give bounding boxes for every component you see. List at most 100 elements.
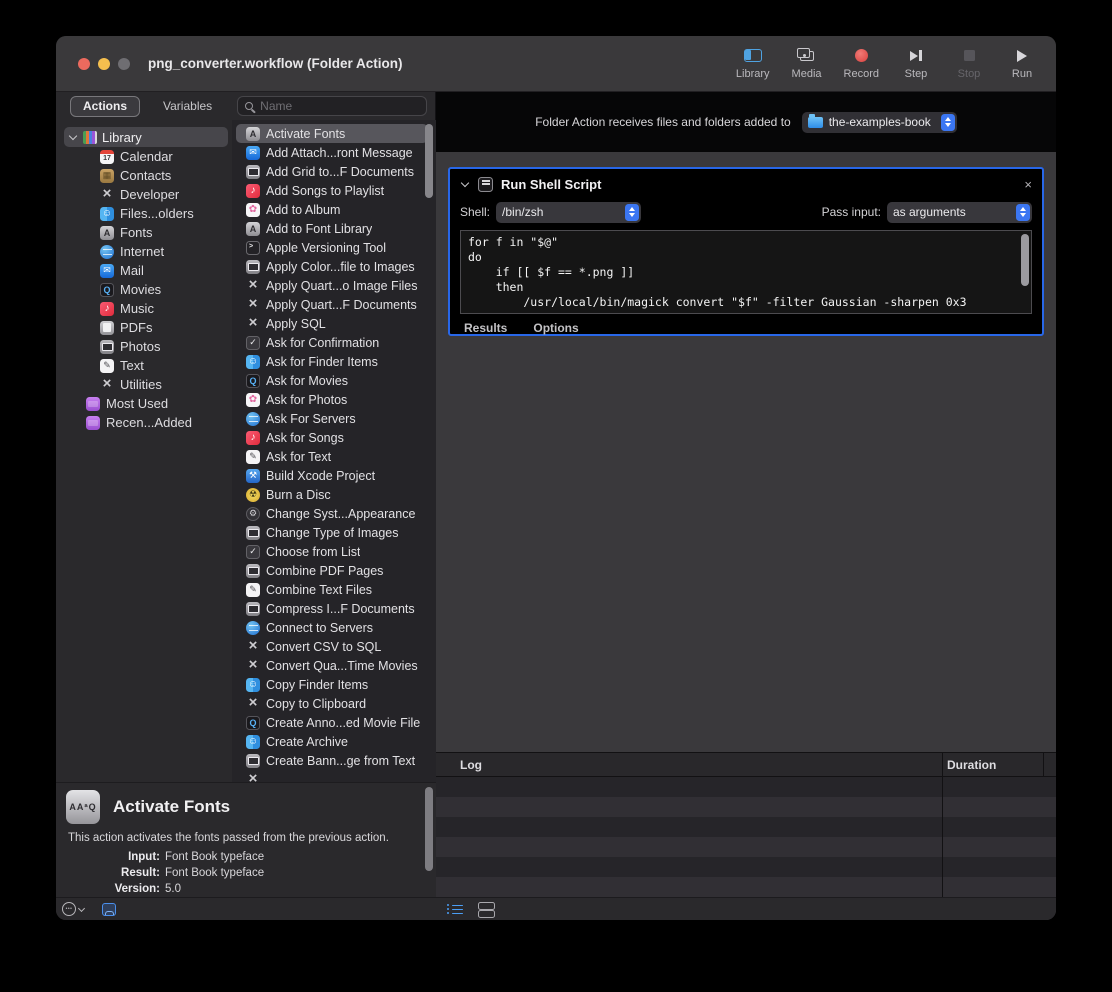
column-divider[interactable] <box>942 753 943 778</box>
action-list-item[interactable]: Create Archive <box>236 732 428 751</box>
action-list-item[interactable]: Apply Quart...F Documents <box>236 295 428 314</box>
toolbar-button[interactable]: Library <box>736 47 770 80</box>
library-category-row[interactable]: Music <box>56 299 232 318</box>
library-category-row[interactable]: PDFs <box>56 318 232 337</box>
action-block-footer-tab[interactable]: Options <box>533 321 578 335</box>
close-window-button[interactable] <box>78 58 90 70</box>
action-list-item[interactable]: Compress I...F Documents <box>236 599 428 618</box>
chevron-down-icon[interactable] <box>69 132 77 140</box>
action-list-item[interactable]: Add to Album <box>236 200 428 219</box>
minimize-window-button[interactable] <box>98 58 110 70</box>
column-divider <box>942 777 943 897</box>
library-category-row[interactable]: Mail <box>56 261 232 280</box>
shell-select[interactable]: /bin/zsh <box>496 202 641 223</box>
log-row <box>436 877 1056 897</box>
action-item-label: Apply Color...file to Images <box>266 260 415 274</box>
run-shell-script-block[interactable]: Run Shell Script × Shell: /bin/zsh Pass … <box>448 167 1044 336</box>
action-list-item[interactable]: Convert CSV to SQL <box>236 637 428 656</box>
action-list-item[interactable]: Create Bann...ge from Text <box>236 751 428 770</box>
description-title: Activate Fonts <box>113 797 230 817</box>
dropdown-stepper-icon <box>1016 204 1030 221</box>
toolbar-button-label: Record <box>844 68 879 80</box>
font-book-icon <box>66 790 100 824</box>
library-category-row[interactable]: Files...olders <box>56 204 232 223</box>
column-divider[interactable] <box>1043 753 1044 778</box>
sidebar-tab[interactable]: Actions <box>70 96 140 117</box>
chevron-down-icon[interactable] <box>461 179 469 187</box>
toolbar-button-label: Step <box>905 68 928 80</box>
action-item-label: Ask for Songs <box>266 431 344 445</box>
toolbar-button[interactable]: Stop <box>953 47 985 80</box>
action-list-item[interactable]: Ask for Text <box>236 447 428 466</box>
action-list-item[interactable]: Activate Fonts <box>236 124 428 143</box>
action-list-item[interactable] <box>236 770 428 782</box>
action-list-item[interactable]: Convert Qua...Time Movies <box>236 656 428 675</box>
action-list-item[interactable]: Create Anno...ed Movie File <box>236 713 428 732</box>
pass-input-select[interactable]: as arguments <box>887 202 1032 223</box>
action-item-icon <box>246 279 260 293</box>
action-list-item[interactable]: Ask for Songs <box>236 428 428 447</box>
toolbar-button[interactable]: Record <box>844 47 879 80</box>
library-category-row[interactable]: Internet <box>56 242 232 261</box>
action-list-item[interactable]: Apple Versioning Tool <box>236 238 428 257</box>
action-list-item[interactable]: Add Grid to...F Documents <box>236 162 428 181</box>
folder-select[interactable]: the-examples-book <box>802 112 957 133</box>
media-browser-icon[interactable] <box>102 903 116 916</box>
action-list-item[interactable]: Change Syst...Appearance <box>236 504 428 523</box>
shell-script-editor[interactable]: for f in "$@"do if [[ $f == *.png ]] the… <box>460 230 1032 314</box>
action-list-item[interactable]: Ask for Movies <box>236 371 428 390</box>
action-list-item[interactable]: Combine PDF Pages <box>236 561 428 580</box>
library-category-row[interactable]: Calendar <box>56 147 232 166</box>
library-category-label: Internet <box>120 244 164 259</box>
library-root-row[interactable]: Library <box>64 127 228 147</box>
action-list-item[interactable]: Ask for Confirmation <box>236 333 428 352</box>
zoom-window-button[interactable] <box>118 58 130 70</box>
action-list-item[interactable]: Burn a Disc <box>236 485 428 504</box>
action-list-item[interactable]: Ask for Finder Items <box>236 352 428 371</box>
action-list-item[interactable]: Ask For Servers <box>236 409 428 428</box>
action-block-footer-tab[interactable]: Results <box>464 321 507 335</box>
toolbar-button[interactable]: Media <box>791 47 823 80</box>
library-category-row[interactable]: Contacts <box>56 166 232 185</box>
sidebar-tab[interactable]: Variables <box>150 96 225 117</box>
action-list-item[interactable]: Combine Text Files <box>236 580 428 599</box>
action-list-item[interactable]: Copy Finder Items <box>236 675 428 694</box>
library-collection-icon <box>86 416 100 430</box>
action-list-item[interactable]: Apply Color...file to Images <box>236 257 428 276</box>
library-category-row[interactable]: Utilities <box>56 375 232 394</box>
action-list-item[interactable]: Build Xcode Project <box>236 466 428 485</box>
description-scrollbar[interactable] <box>425 787 433 871</box>
action-item-icon <box>246 260 260 274</box>
action-list-item[interactable]: Change Type of Images <box>236 523 428 542</box>
log-list-view-icon[interactable] <box>447 903 463 915</box>
action-list-item[interactable]: Add to Font Library <box>236 219 428 238</box>
window-title: png_converter.workflow (Folder Action) <box>148 56 403 71</box>
action-list-item[interactable]: Choose from List <box>236 542 428 561</box>
search-input[interactable] <box>258 98 419 114</box>
action-list-scrollbar[interactable] <box>425 124 433 198</box>
toolbar-button[interactable]: Run <box>1006 47 1038 80</box>
library-category-row[interactable]: Fonts <box>56 223 232 242</box>
action-list-item[interactable]: Add Songs to Playlist <box>236 181 428 200</box>
action-list-item[interactable]: Connect to Servers <box>236 618 428 637</box>
library-collection-row[interactable]: Most Used <box>56 394 232 413</box>
library-category-row[interactable]: Photos <box>56 337 232 356</box>
action-item-label: Combine PDF Pages <box>266 564 383 578</box>
action-list-item[interactable]: Add Attach...ront Message <box>236 143 428 162</box>
action-item-icon <box>246 203 260 217</box>
action-list-item[interactable]: Ask for Photos <box>236 390 428 409</box>
action-list-item[interactable]: Apply SQL <box>236 314 428 333</box>
action-menu-button[interactable] <box>62 902 84 916</box>
search-field[interactable] <box>237 96 427 116</box>
library-category-row[interactable]: Developer <box>56 185 232 204</box>
code-line: if [[ $f == *.png ]] <box>468 265 1015 280</box>
library-category-row[interactable]: Text <box>56 356 232 375</box>
action-list-item[interactable]: Copy to Clipboard <box>236 694 428 713</box>
toolbar-button[interactable]: Step <box>900 47 932 80</box>
library-category-row[interactable]: Movies <box>56 280 232 299</box>
code-scrollbar[interactable] <box>1021 234 1029 286</box>
library-collection-row[interactable]: Recen...Added <box>56 413 232 432</box>
action-list-item[interactable]: Apply Quart...o Image Files <box>236 276 428 295</box>
workflow-view-icon[interactable] <box>478 901 493 916</box>
close-icon[interactable]: × <box>1024 178 1032 191</box>
